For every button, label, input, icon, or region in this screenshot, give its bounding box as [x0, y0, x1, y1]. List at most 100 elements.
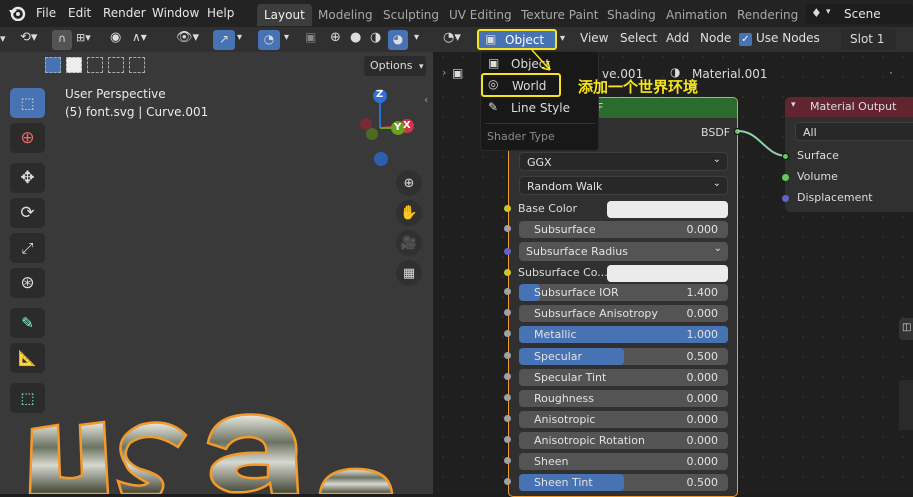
options-dropdown[interactable]: Options ▾ — [364, 56, 426, 76]
sidebar-tab[interactable] — [899, 380, 913, 430]
field-anisotropic-rotation[interactable]: Anisotropic Rotation 0.000 — [519, 432, 728, 449]
pin-icon[interactable]: ▣ — [452, 66, 463, 80]
menu-help[interactable]: Help — [207, 6, 234, 20]
editor-type-icon[interactable]: ▾ — [0, 30, 14, 49]
input-socket[interactable] — [504, 394, 511, 401]
menu-add[interactable]: Add — [666, 31, 689, 50]
input-socket[interactable] — [504, 457, 511, 464]
node-editor-type-icon[interactable]: ◔▾ — [443, 30, 469, 49]
tool-add-cube[interactable]: ⬚ — [10, 383, 45, 413]
scene-selector[interactable]: ♦ ▾ Scene — [806, 4, 913, 24]
input-socket[interactable] — [504, 352, 511, 359]
field-subsurface[interactable]: Subsurface 0.000 — [519, 221, 728, 238]
subsurface-radius-socket[interactable] — [504, 248, 511, 255]
tab-rendering[interactable]: Rendering — [730, 4, 805, 26]
subsurface-radius-select[interactable]: Subsurface Radius ⌄ — [519, 242, 728, 261]
tool-transform[interactable]: ⊛ — [10, 268, 45, 298]
shading-wireframe-icon[interactable]: ⊕ — [330, 30, 350, 49]
field-sheen-tint[interactable]: Sheen Tint 0.500 — [519, 474, 728, 491]
visibility-icon[interactable]: 👁▾ — [176, 30, 210, 49]
xray-icon[interactable]: ▣ — [305, 30, 325, 49]
input-socket[interactable] — [504, 415, 511, 422]
tool-select-box[interactable]: ⬚ — [10, 88, 45, 118]
ortho-button[interactable]: ▦ — [396, 260, 422, 286]
select-mode-extend-icon[interactable] — [66, 57, 82, 73]
menu-view[interactable]: View — [580, 31, 608, 50]
pan-button[interactable]: ✋ — [396, 200, 422, 226]
input-socket[interactable] — [504, 309, 511, 316]
use-nodes-checkbox[interactable]: ✓ — [739, 33, 752, 46]
select-mode-invert-icon[interactable] — [108, 57, 124, 73]
volume-socket[interactable] — [782, 174, 789, 181]
tab-modeling[interactable]: Modeling — [311, 4, 380, 26]
transform-orientation-icon[interactable]: ⟲▾ — [20, 30, 46, 49]
material-output-node[interactable]: ▾ Material Output All Surface Volume Dis… — [785, 97, 913, 212]
tab-sculpting[interactable]: Sculpting — [376, 4, 446, 26]
tab-texture-paint[interactable]: Texture Paint — [514, 4, 605, 26]
tool-move[interactable]: ✥ — [10, 163, 45, 193]
field-subsurface-ior[interactable]: Subsurface IOR 1.400 — [519, 284, 728, 301]
field-anisotropic[interactable]: Anisotropic 0.000 — [519, 411, 728, 428]
input-socket[interactable] — [504, 478, 511, 485]
proportional-edit-icon[interactable]: ◉ — [110, 30, 128, 49]
tab-uv-editing[interactable]: UV Editing — [442, 4, 519, 26]
input-socket[interactable] — [504, 225, 511, 232]
input-socket[interactable] — [504, 288, 511, 295]
shader-type-dropdown[interactable]: ▣ Object — [477, 29, 557, 50]
field-specular[interactable]: Specular 0.500 — [519, 348, 728, 365]
menu-item-line-style[interactable]: ✎ Line Style — [485, 98, 596, 118]
menu-render[interactable]: Render — [103, 6, 146, 20]
zoom-button[interactable]: ⊕ — [396, 170, 422, 196]
base-color-swatch[interactable] — [607, 201, 728, 218]
snap-grid-icon[interactable]: ⊞▾ — [76, 31, 102, 49]
blender-logo-icon[interactable] — [8, 5, 26, 22]
select-mode-new-icon[interactable] — [45, 57, 61, 73]
select-mode-intersect-icon[interactable] — [129, 57, 145, 73]
input-socket[interactable] — [504, 373, 511, 380]
menu-file[interactable]: File — [36, 6, 56, 20]
overlay-dropdown-icon[interactable]: ▾ — [284, 32, 289, 43]
tool-cursor[interactable]: ⊕ — [10, 123, 45, 153]
node-header[interactable]: ▾ Material Output — [785, 97, 913, 117]
subsurface-method-select[interactable]: Random Walk ⌄ — [519, 176, 728, 195]
tool-scale[interactable]: ⤢ — [10, 233, 45, 263]
camera-button[interactable]: 🎥 — [396, 230, 422, 256]
field-metallic[interactable]: Metallic 1.000 — [519, 326, 728, 343]
sidebar-toggle-icon[interactable]: › — [442, 66, 446, 79]
snap-icon[interactable]: ∩ — [52, 30, 72, 50]
shading-solid-icon[interactable]: ● — [350, 30, 370, 49]
menu-node[interactable]: Node — [700, 31, 731, 50]
subsurface-color-socket[interactable] — [504, 269, 511, 276]
collapse-arrow-icon[interactable]: ‹ — [424, 93, 428, 106]
tool-annotate[interactable]: ✎ — [10, 308, 45, 338]
input-socket[interactable] — [504, 436, 511, 443]
chevron-down-icon[interactable]: ▾ — [560, 33, 565, 44]
menu-select[interactable]: Select — [620, 31, 657, 50]
gizmo-toggle-icon[interactable]: ↗ — [213, 30, 235, 50]
slot-dropdown[interactable]: Slot 1 — [841, 29, 896, 50]
surface-socket[interactable] — [782, 153, 789, 160]
gizmo-dropdown-icon[interactable]: ▾ — [237, 32, 242, 43]
collapse-handle-icon[interactable]: · — [889, 66, 893, 80]
output-target-select[interactable]: All — [795, 122, 913, 141]
field-roughness[interactable]: Roughness 0.000 — [519, 390, 728, 407]
base-color-socket[interactable] — [504, 205, 511, 212]
select-mode-subtract-icon[interactable] — [87, 57, 103, 73]
sidebar-tab[interactable]: ◫ — [899, 318, 913, 340]
displacement-socket[interactable] — [782, 195, 789, 202]
distribution-select[interactable]: GGX ⌄ — [519, 152, 728, 171]
tab-layout[interactable]: Layout — [257, 4, 312, 26]
principled-bsdf-node[interactable]: F BSDF GGX ⌄ Random Walk ⌄ Base Color Subs… — [508, 97, 738, 497]
tab-animation[interactable]: Animation — [659, 4, 734, 26]
input-socket[interactable] — [504, 330, 511, 337]
tab-shading[interactable]: Shading — [600, 4, 663, 26]
shading-material-icon[interactable]: ◑ — [370, 30, 390, 49]
field-specular-tint[interactable]: Specular Tint 0.000 — [519, 369, 728, 386]
menu-window[interactable]: Window — [152, 6, 199, 20]
overlay-toggle-icon[interactable]: ◔ — [258, 30, 280, 50]
field-subsurface-anisotropy[interactable]: Subsurface Anisotropy 0.000 — [519, 305, 728, 322]
tool-rotate[interactable]: ⟳ — [10, 198, 45, 228]
falloff-icon[interactable]: ∧▾ — [132, 30, 162, 49]
shading-dropdown-icon[interactable]: ▾ — [414, 32, 419, 43]
tool-measure[interactable]: 📐 — [10, 343, 45, 373]
